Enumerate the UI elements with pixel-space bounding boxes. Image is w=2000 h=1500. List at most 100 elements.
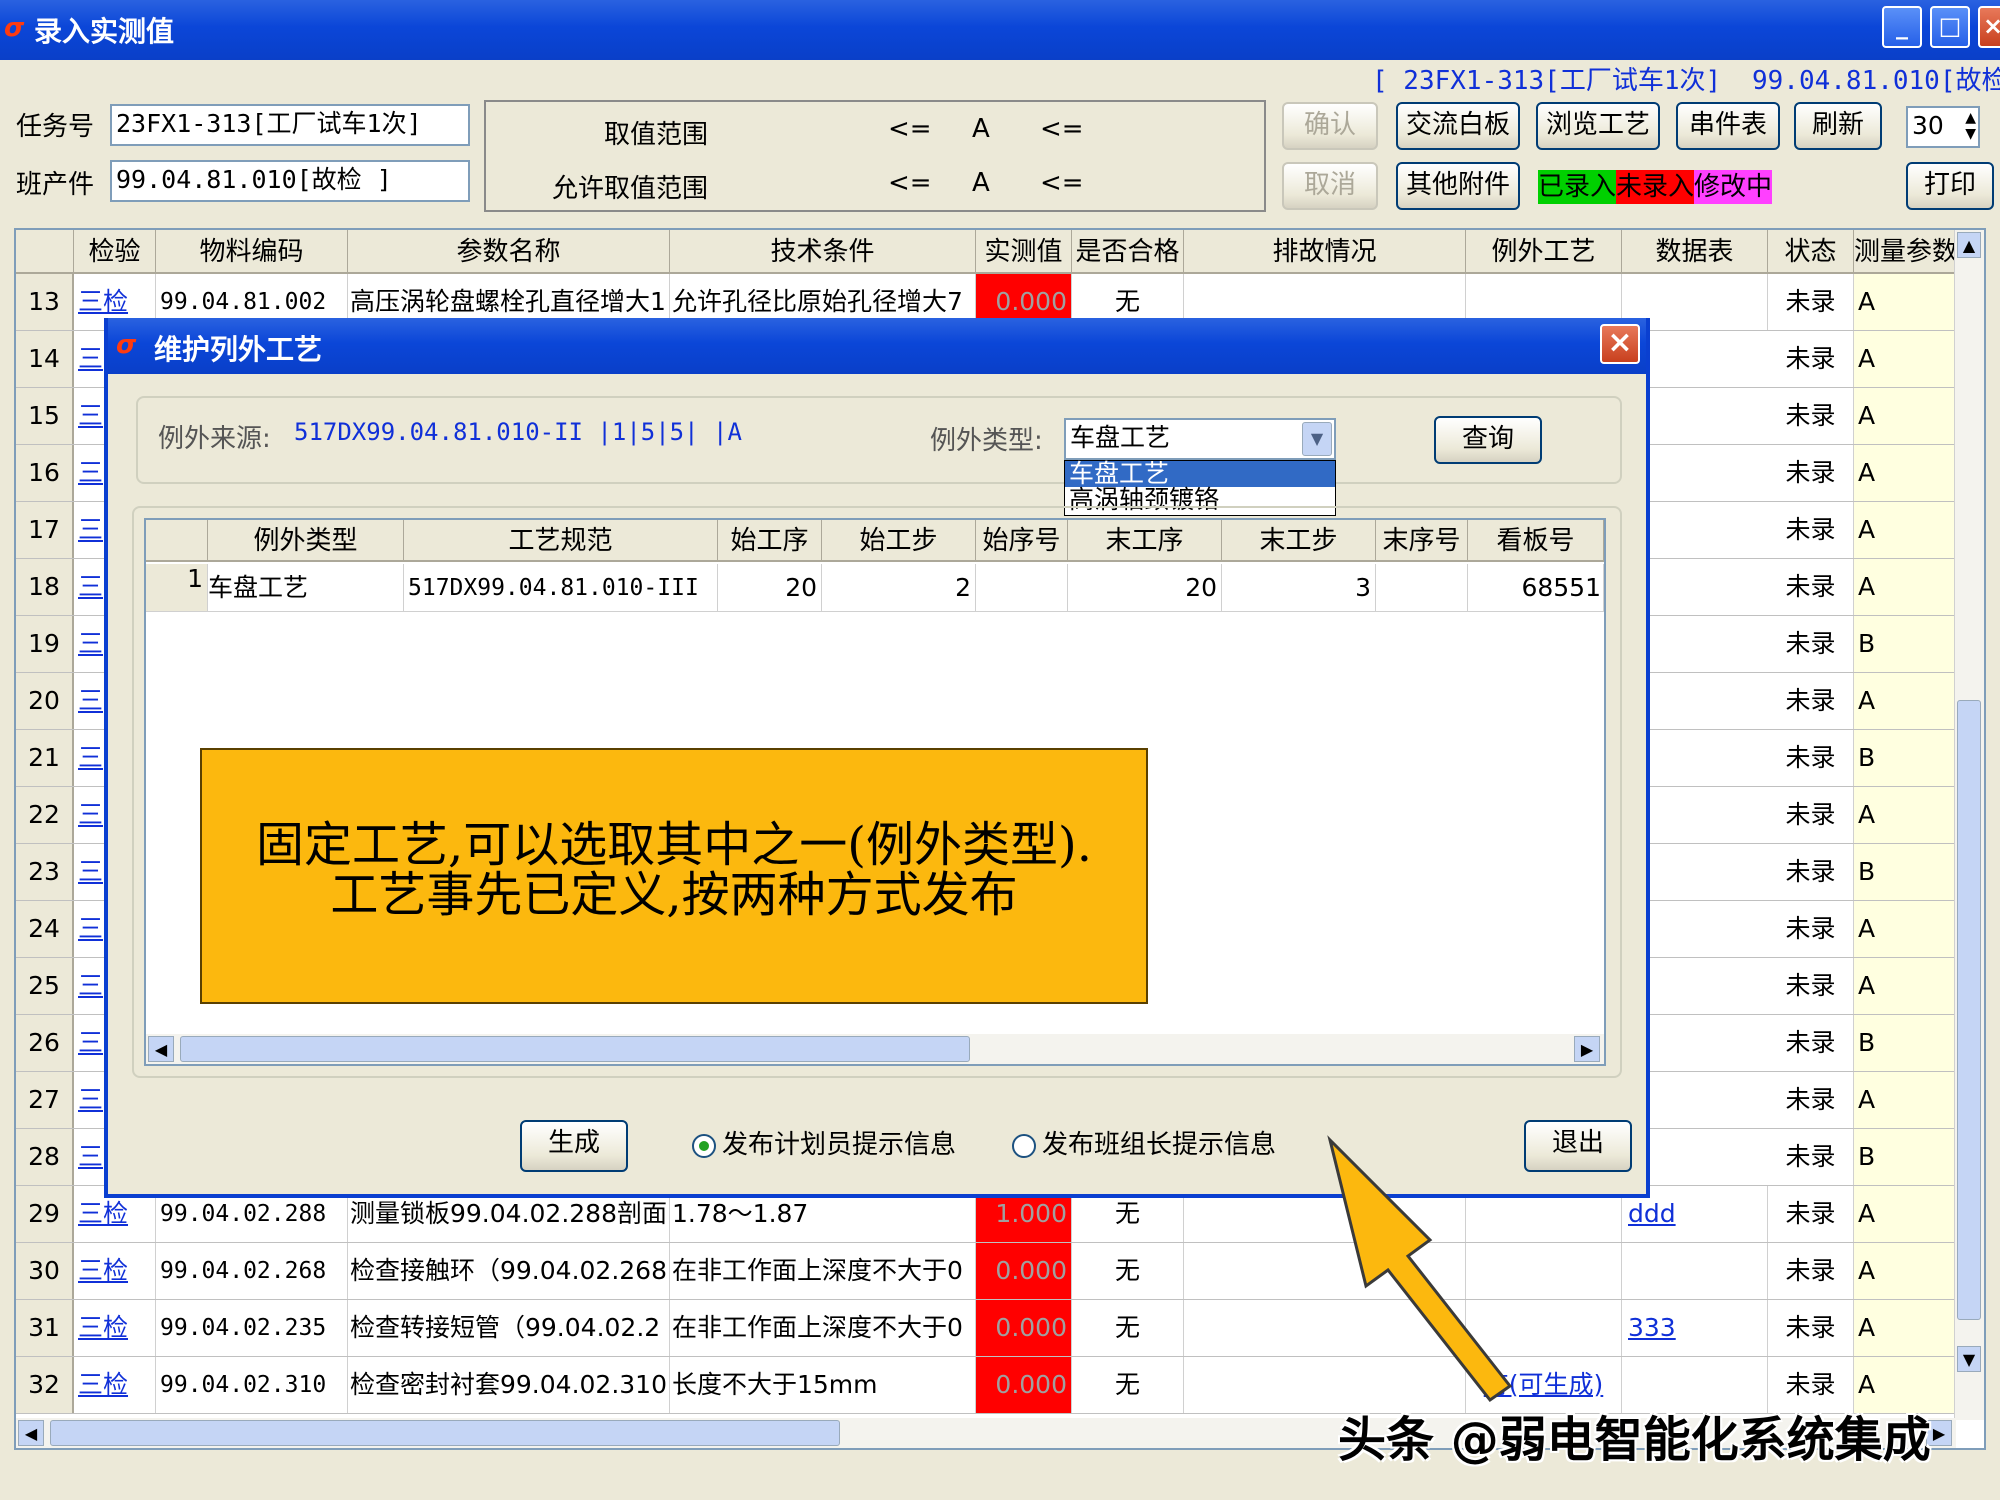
exception-header-9[interactable]: 看板号 <box>1468 520 1604 562</box>
exception-header-4[interactable]: 始工步 <box>822 520 976 562</box>
generate-button[interactable]: 生成 <box>520 1120 628 1172</box>
maximize-button[interactable]: □ <box>1930 6 1970 48</box>
exception-header-3[interactable]: 始工序 <box>718 520 822 562</box>
inspect-link[interactable]: 三检 <box>74 1243 156 1299</box>
parts-list-button[interactable]: 串件表 <box>1676 102 1780 150</box>
param-name-cell[interactable]: 检查密封衬套99.04.02.310 <box>348 1357 670 1413</box>
grid-header-4[interactable]: 技术条件 <box>670 230 976 274</box>
tech-condition-cell[interactable]: 长度不大于15mm <box>670 1357 976 1413</box>
query-button[interactable]: 查询 <box>1434 416 1542 464</box>
measure-param-cell[interactable]: B <box>1854 1129 1958 1185</box>
exc-cell-start-seq[interactable] <box>976 564 1068 612</box>
grid-header-11[interactable]: 测量参数 <box>1854 230 1958 274</box>
grid-horizontal-thumb[interactable] <box>50 1420 840 1446</box>
exception-header-2[interactable]: 工艺规范 <box>404 520 718 562</box>
exc-cell-end-seq[interactable] <box>1376 564 1468 612</box>
param-name-cell[interactable]: 检查接触环（99.04.02.268 <box>348 1243 670 1299</box>
measure-param-cell[interactable]: A <box>1854 1243 1958 1299</box>
task-field[interactable]: 23FX1-313[工厂试车1次] <box>110 104 470 146</box>
material-code-cell[interactable]: 99.04.02.235 <box>156 1300 348 1356</box>
material-code-cell[interactable]: 99.04.02.310 <box>156 1357 348 1413</box>
table-row[interactable]: 31 三检 99.04.02.235 检查转接短管（99.04.02.2 在非工作面上深… <box>16 1300 1972 1357</box>
measure-param-cell[interactable]: A <box>1854 502 1958 558</box>
exc-cell-start-step[interactable]: 2 <box>822 564 976 612</box>
cancel-button[interactable]: 取消 <box>1282 162 1378 210</box>
type-option-1[interactable]: 车盘工艺 <box>1065 461 1335 487</box>
measure-param-cell[interactable]: A <box>1854 445 1958 501</box>
exception-header-8[interactable]: 末序号 <box>1376 520 1468 562</box>
table-row[interactable]: 30 三检 99.04.02.268 检查接触环（99.04.02.268 在非工作面上… <box>16 1243 1972 1300</box>
grid-header-1[interactable]: 检验 <box>74 230 156 274</box>
measured-value-cell[interactable]: 0.000 <box>976 1243 1072 1299</box>
scroll-left-icon[interactable]: ◀ <box>148 1036 174 1062</box>
pass-cell[interactable]: 无 <box>1072 1300 1184 1356</box>
measure-param-cell[interactable]: A <box>1854 1186 1958 1242</box>
grid-header-5[interactable]: 实测值 <box>976 230 1072 274</box>
measured-value-cell[interactable]: 0.000 <box>976 1357 1072 1413</box>
measure-param-cell[interactable]: A <box>1854 1300 1958 1356</box>
grid-header-3[interactable]: 参数名称 <box>348 230 670 274</box>
refresh-button[interactable]: 刷新 <box>1794 102 1882 150</box>
exception-header-1[interactable]: 例外类型 <box>208 520 404 562</box>
grid-vertical-scrollbar[interactable]: ▲ ▼ <box>1954 230 1984 1420</box>
grid-header-6[interactable]: 是否合格 <box>1072 230 1184 274</box>
grid-header-10[interactable]: 状态 <box>1768 230 1854 274</box>
scroll-right-icon[interactable]: ▶ <box>1574 1036 1600 1062</box>
exception-table-hthumb[interactable] <box>180 1036 970 1062</box>
measure-param-cell[interactable]: B <box>1854 730 1958 786</box>
data-table-cell[interactable] <box>1622 1243 1768 1299</box>
param-name-cell[interactable]: 检查转接短管（99.04.02.2 <box>348 1300 670 1356</box>
attachments-button[interactable]: 其他附件 <box>1396 162 1520 210</box>
minimize-button[interactable]: _ <box>1882 6 1922 48</box>
exception-header-7[interactable]: 末工步 <box>1222 520 1376 562</box>
part-field[interactable]: 99.04.81.010[故检 ] <box>110 160 470 202</box>
scroll-up-icon[interactable]: ▲ <box>1957 232 1981 258</box>
pass-cell[interactable]: 无 <box>1072 1243 1184 1299</box>
grid-header-7[interactable]: 排故情况 <box>1184 230 1466 274</box>
grid-vertical-thumb[interactable] <box>1957 700 1981 1320</box>
measure-param-cell[interactable]: B <box>1854 844 1958 900</box>
whiteboard-button[interactable]: 交流白板 <box>1396 102 1520 150</box>
browse-process-button[interactable]: 浏览工艺 <box>1536 102 1660 150</box>
measure-param-cell[interactable]: B <box>1854 616 1958 672</box>
radio-team-leader[interactable]: 发布班组长提示信息 <box>1012 1124 1276 1161</box>
grid-header-9[interactable]: 数据表 <box>1622 230 1768 274</box>
measure-param-cell[interactable]: A <box>1854 787 1958 843</box>
data-table-cell[interactable]: 333 <box>1622 1300 1768 1356</box>
close-button[interactable]: × <box>1978 6 2000 48</box>
exception-header-6[interactable]: 末工序 <box>1068 520 1222 562</box>
tech-condition-cell[interactable]: 在非工作面上深度不大于0 <box>670 1243 976 1299</box>
type-select[interactable]: 车盘工艺 ▼ <box>1064 418 1336 460</box>
chevron-down-icon[interactable]: ▼ <box>1302 422 1332 456</box>
measure-param-cell[interactable]: A <box>1854 673 1958 729</box>
grid-header-8[interactable]: 例外工艺 <box>1466 230 1622 274</box>
radio-planner[interactable]: 发布计划员提示信息 <box>692 1124 956 1161</box>
exc-cell-end-step[interactable]: 3 <box>1222 564 1376 612</box>
pass-cell[interactable]: 无 <box>1072 1357 1184 1413</box>
measure-param-cell[interactable]: A <box>1854 388 1958 444</box>
print-button[interactable]: 打印 <box>1906 162 1994 210</box>
exc-cell-start-proc[interactable]: 20 <box>718 564 822 612</box>
scroll-down-icon[interactable]: ▼ <box>1957 1346 1981 1372</box>
measured-value-cell[interactable]: 0.000 <box>976 1300 1072 1356</box>
material-code-cell[interactable]: 99.04.02.268 <box>156 1243 348 1299</box>
inspect-link[interactable]: 三检 <box>74 1300 156 1356</box>
tech-condition-cell[interactable]: 在非工作面上深度不大于0 <box>670 1300 976 1356</box>
exc-cell-spec[interactable]: 517DX99.04.81.010-III <box>404 564 718 612</box>
confirm-button[interactable]: 确认 <box>1282 102 1378 150</box>
exit-button[interactable]: 退出 <box>1524 1120 1632 1172</box>
spin-arrows-icon[interactable]: ▲ ▼ <box>1965 110 1976 142</box>
measure-param-cell[interactable]: A <box>1854 958 1958 1014</box>
radio-unchecked-icon[interactable] <box>1012 1133 1036 1158</box>
measure-param-cell[interactable]: A <box>1854 274 1958 330</box>
measure-param-cell[interactable]: A <box>1854 559 1958 615</box>
exc-cell-board[interactable]: 68551 <box>1468 564 1604 612</box>
grid-header-2[interactable]: 物料编码 <box>156 230 348 274</box>
measure-param-cell[interactable]: A <box>1854 901 1958 957</box>
radio-checked-icon[interactable] <box>692 1133 716 1158</box>
measure-param-cell[interactable]: A <box>1854 1072 1958 1128</box>
scroll-left-icon[interactable]: ◀ <box>18 1420 44 1446</box>
dialog-close-button[interactable]: × <box>1600 324 1640 364</box>
exception-header-5[interactable]: 始序号 <box>976 520 1068 562</box>
measure-param-cell[interactable]: A <box>1854 331 1958 387</box>
